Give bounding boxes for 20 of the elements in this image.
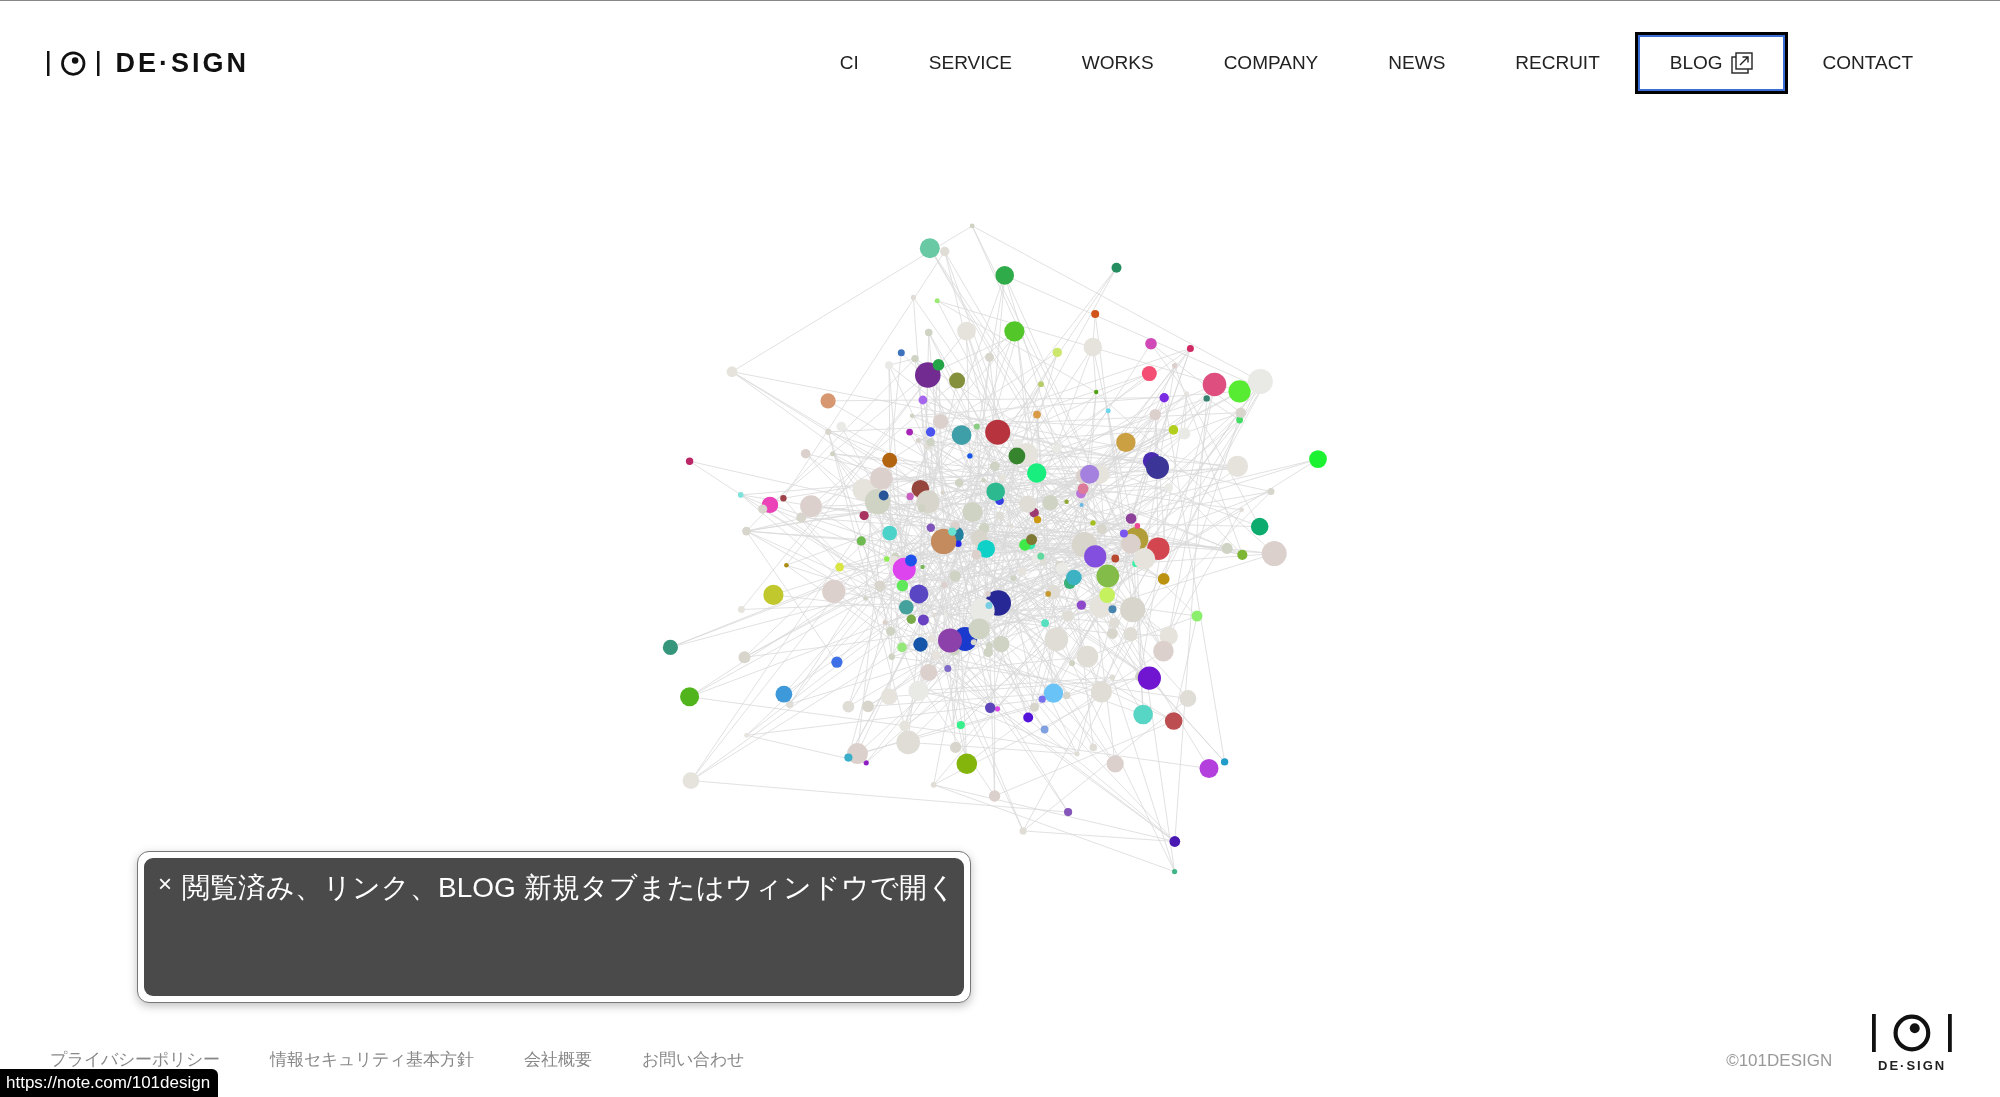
nav-link[interactable]: RECRUIT: [1480, 32, 1635, 94]
nav-link[interactable]: NEWS: [1353, 32, 1481, 94]
nav-link[interactable]: CI: [804, 32, 894, 94]
tooltip-text: 閲覧済み、リンク、BLOG 新規タブまたはウィンドウで開く: [182, 871, 956, 905]
nav-link[interactable]: SERVICE: [893, 32, 1047, 94]
nav-link[interactable]: CONTACT: [1787, 32, 1948, 94]
footer-link[interactable]: プライバシーポリシー: [50, 1048, 220, 1071]
status-bar-url: https://note.com/101design: [0, 1069, 219, 1097]
logo-text: DE·SIGN: [115, 47, 249, 79]
copyright-text: ©101DESIGN: [1726, 1051, 1833, 1072]
footer-link[interactable]: お問い合わせ: [642, 1048, 744, 1071]
logo-mark-icon: [47, 50, 100, 76]
close-button[interactable]: ×: [158, 868, 172, 896]
footer-link[interactable]: 情報セキュリティ基本方針: [270, 1048, 474, 1071]
nav-link[interactable]: BLOG: [1634, 32, 1788, 94]
footer-link[interactable]: 会社概要: [524, 1048, 592, 1071]
logo-mark-icon: [1872, 1014, 1952, 1052]
nav-link[interactable]: WORKS: [1046, 32, 1189, 94]
logo-text: DE·SIGN: [1878, 1058, 1947, 1073]
nav-link[interactable]: COMPANY: [1188, 32, 1354, 94]
